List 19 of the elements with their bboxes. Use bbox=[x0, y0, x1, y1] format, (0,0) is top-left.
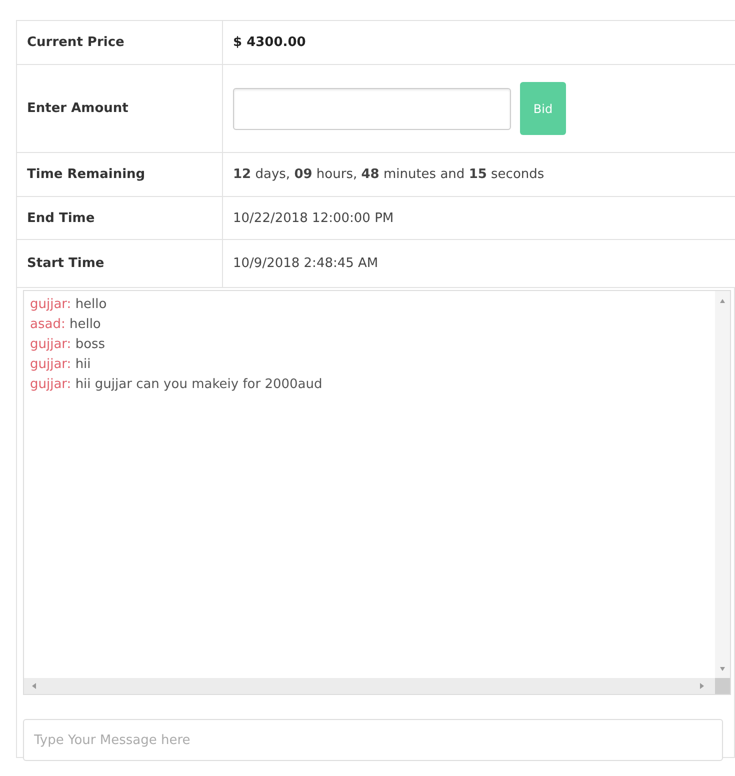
row-label: Start Time bbox=[27, 256, 104, 271]
bid-button[interactable]: Bid bbox=[520, 82, 566, 135]
row-label: Current Price bbox=[27, 35, 124, 50]
row-label: Time Remaining bbox=[27, 167, 146, 182]
chat-message: gujjar: boss bbox=[30, 336, 106, 354]
chat-message: gujjar: hii gujjar can you makeiy for 2000aud bbox=[30, 376, 324, 394]
amount-field[interactable] bbox=[233, 88, 511, 130]
chat-message: gujjar: hii bbox=[30, 356, 92, 374]
message-field[interactable]: Type Your Message here bbox=[23, 719, 723, 761]
chat-message: asad: hello bbox=[30, 316, 102, 334]
vertical-scrollbar[interactable] bbox=[715, 291, 730, 679]
row-value: $ 4300.00 bbox=[233, 35, 306, 50]
row-label: Enter Amount bbox=[27, 101, 128, 116]
row-value: 12 days, 09 hours, 48 minutes and 15 seconds bbox=[233, 167, 544, 182]
row-value: 10/9/2018 2:48:45 AM bbox=[233, 256, 378, 271]
chat-message: gujjar: hello bbox=[30, 296, 108, 314]
row-value: 10/22/2018 12:00:00 PM bbox=[233, 210, 394, 226]
horizontal-scrollbar[interactable] bbox=[24, 678, 730, 694]
row-label: End Time bbox=[27, 210, 95, 226]
